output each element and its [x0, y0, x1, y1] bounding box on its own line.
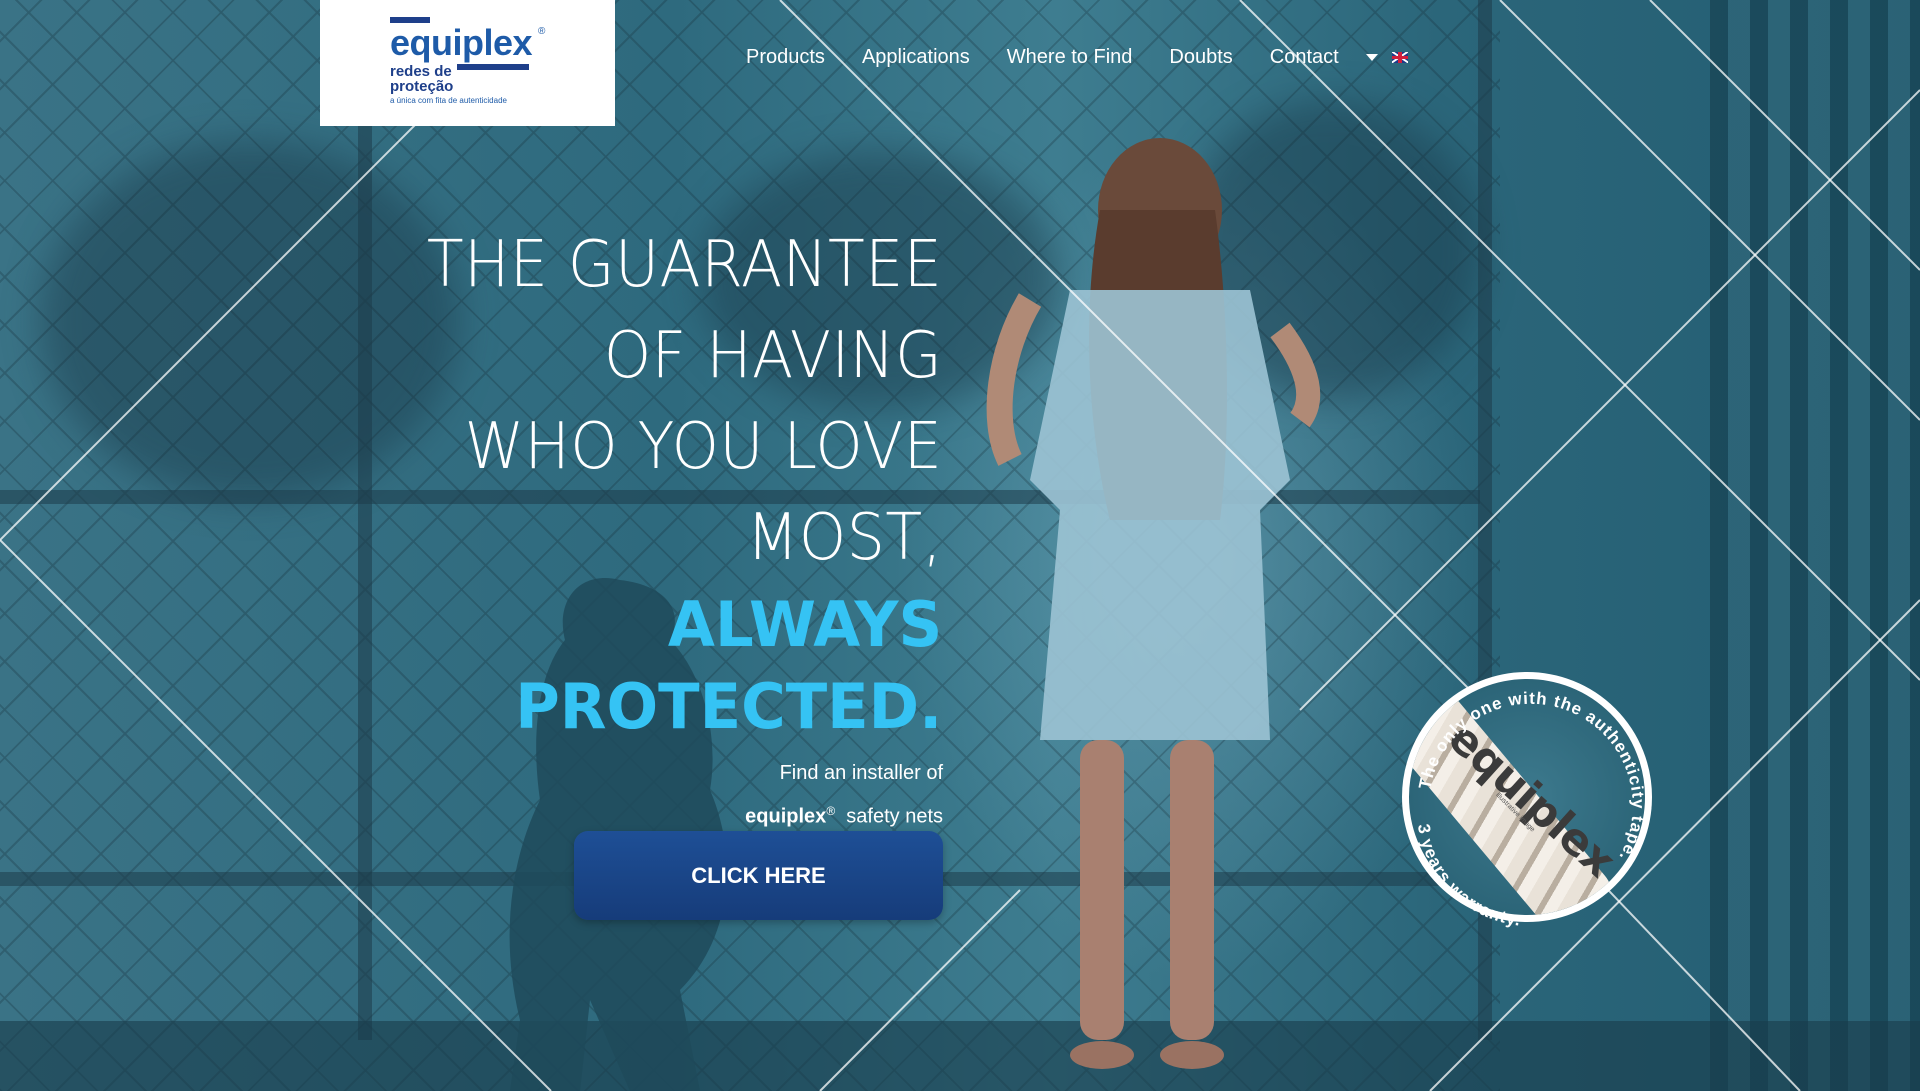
click-here-button[interactable]: CLICK HERE: [574, 831, 943, 920]
nav-item-products[interactable]: Products: [746, 46, 825, 69]
hero-section: equiplex ® redes de proteção a única com…: [0, 0, 1920, 1091]
nav-item-applications[interactable]: Applications: [862, 46, 970, 69]
nav-item-contact[interactable]: Contact: [1270, 46, 1339, 69]
find-installer-text: Find an installer of equiplex® safety ne…: [745, 754, 943, 836]
svg-text:3 years warranty.: 3 years warranty.: [1414, 823, 1522, 930]
svg-text:The only one with the authenti: The only one with the authenticity tape.: [1415, 689, 1648, 865]
headline-highlight-row: PROTECTED.: [405, 666, 942, 748]
logo-registered: ®: [538, 26, 546, 37]
find-reg: ®: [826, 804, 836, 818]
hero-headline: THE GUARANTEE OF HAVING WHO YOU LOVE MOS…: [394, 220, 942, 748]
uk-flag-icon[interactable]: [1391, 52, 1408, 63]
find-line-1: Find an installer of: [779, 762, 943, 784]
find-line-2: equiplex® safety nets: [745, 792, 943, 836]
headline-line: WHO YOU LOVE: [464, 410, 942, 484]
headline-highlight: ALWAYS: [667, 588, 942, 661]
nav-item-doubts[interactable]: Doubts: [1169, 46, 1232, 69]
headline-line: THE GUARANTEE: [426, 228, 942, 302]
nav-item-where-to-find[interactable]: Where to Find: [1007, 46, 1133, 69]
badge-warranty-label: 3 years warranty.: [1414, 823, 1521, 930]
logo-tagline: a única com fita de autenticidade: [390, 96, 507, 105]
find-brand: equiplex: [745, 805, 827, 828]
language-dropdown-caret-icon[interactable]: [1365, 54, 1378, 61]
main-nav: Products Applications Where to Find Doub…: [746, 46, 1408, 69]
headline-highlight: PROTECTED: [514, 670, 919, 743]
logo[interactable]: equiplex ® redes de proteção a única com…: [320, 0, 615, 126]
logo-subtitle: redes de proteção: [390, 63, 454, 95]
headline-line: OF HAVING: [603, 319, 942, 393]
headline-period: .: [918, 670, 942, 743]
find-suffix: safety nets: [846, 805, 943, 828]
authenticity-badge: equiplex illustrative image The only one…: [1395, 665, 1652, 930]
headline-line: MOST,: [746, 501, 942, 575]
badge-arc-text: The only one with the authenticity tape.…: [1414, 689, 1648, 930]
badge-arc-label: The only one with the authenticity tape.: [1415, 689, 1647, 865]
logo-brand: equiplex: [390, 22, 533, 63]
